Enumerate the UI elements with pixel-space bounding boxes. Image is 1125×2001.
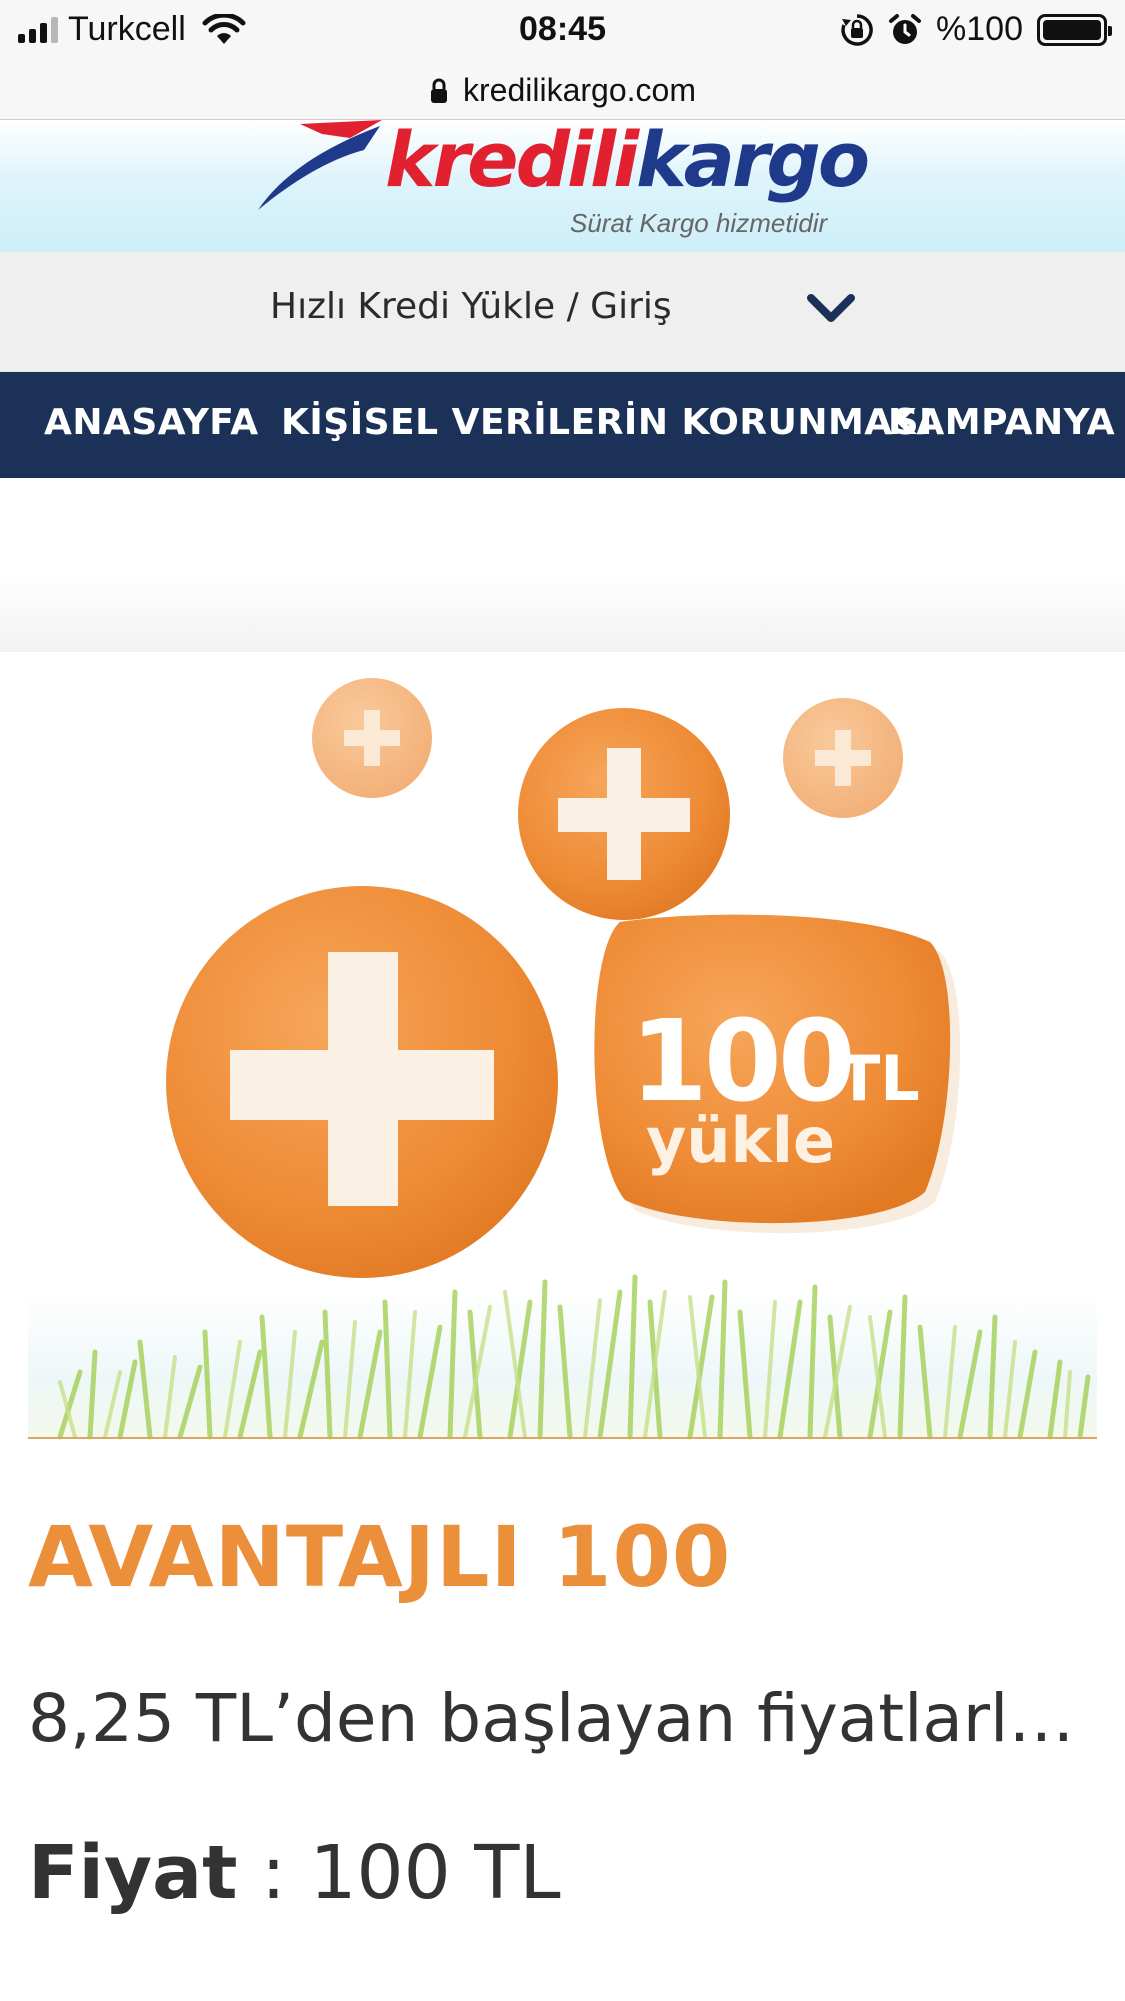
quick-credit-label: Hızlı Kredi Yükle / Giriş bbox=[270, 286, 672, 327]
product-banner: 100 TL yükle bbox=[28, 678, 1097, 1440]
address-bar[interactable]: kredilikargo.com bbox=[0, 62, 1125, 120]
rotation-lock-icon bbox=[841, 13, 873, 46]
banner-divider bbox=[28, 1437, 1097, 1439]
price-separator: : bbox=[237, 1830, 310, 1916]
content-spacer bbox=[0, 478, 1125, 652]
status-bar: Turkcell 08:45 %100 bbox=[0, 0, 1125, 62]
medium-plus-circle bbox=[518, 708, 730, 920]
nav-item-kisisel-veriler[interactable]: KİŞİSEL VERİLERİN KORUNMASI bbox=[281, 402, 933, 443]
battery-icon bbox=[1037, 13, 1112, 46]
badge-action: yükle bbox=[646, 1104, 835, 1177]
product-price: Fiyat : 100 TL bbox=[28, 1830, 561, 1916]
chevron-down-icon[interactable] bbox=[806, 292, 856, 326]
main-nav: ANASAYFA KİŞİSEL VERİLERİN KORUNMASI KAM… bbox=[0, 372, 1125, 478]
alarm-icon bbox=[889, 13, 922, 44]
price-label: Fiyat bbox=[28, 1830, 238, 1916]
logo-tagline: Sürat Kargo hizmetidir bbox=[570, 208, 828, 238]
url-text: kredilikargo.com bbox=[463, 72, 696, 108]
quick-credit-toggle[interactable]: Hızlı Kredi Yükle / Giriş bbox=[0, 252, 1125, 372]
status-right: %100 bbox=[840, 10, 1112, 49]
logo-swoosh-icon bbox=[258, 120, 382, 210]
logo-kargo: kargo bbox=[636, 115, 870, 204]
nav-item-anasayfa[interactable]: ANASAYFA bbox=[44, 402, 259, 443]
battery-percent: %100 bbox=[936, 10, 1023, 48]
large-plus-circle bbox=[166, 886, 558, 1278]
site-header: kredilikargo Sürat Kargo hizmetidir bbox=[0, 120, 1125, 252]
logo-kredili: kredili bbox=[385, 115, 639, 204]
product-description: 8,25 TL’den başlayan fiyatlarla... bbox=[28, 1680, 1098, 1757]
nav-item-kampanya[interactable]: KAMPANYA bbox=[888, 402, 1115, 443]
badge-currency: TL bbox=[838, 1042, 920, 1115]
small-plus-circle-right bbox=[783, 698, 903, 818]
logo[interactable]: kredilikargo bbox=[385, 122, 870, 198]
lock-icon bbox=[431, 78, 448, 103]
small-plus-circle-left bbox=[312, 678, 432, 798]
amount-badge: 100 TL yükle bbox=[594, 914, 961, 1234]
product-title: AVANTAJLI 100 bbox=[28, 1508, 732, 1606]
price-value: 100 TL bbox=[309, 1830, 561, 1916]
